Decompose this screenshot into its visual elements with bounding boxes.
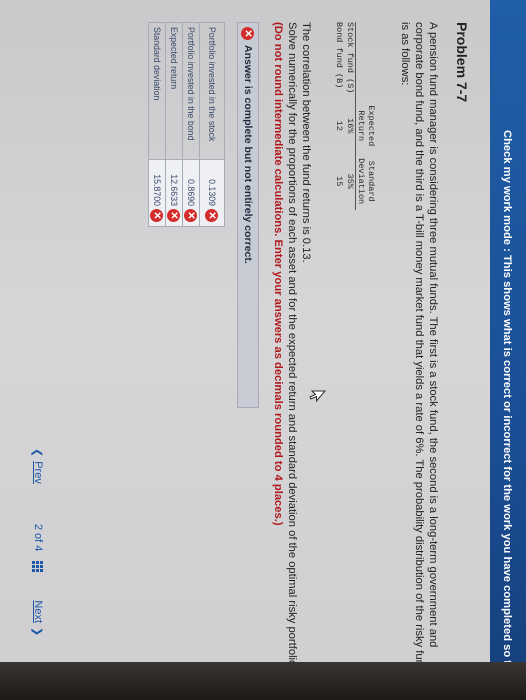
table-header-blank xyxy=(356,22,377,99)
question-text: Solve numerically for the proportions of… xyxy=(286,22,298,670)
row-stdev: 35% xyxy=(345,173,355,189)
page-of: of xyxy=(32,533,44,543)
prev-button[interactable]: ❮ Prev xyxy=(32,448,45,484)
row-expected: 12 xyxy=(334,120,344,131)
answer-value: 12.6633 xyxy=(169,174,179,206)
x-circle-icon: ✕ xyxy=(150,209,164,222)
assignment-page: Check my work mode : This shows what is … xyxy=(0,0,526,700)
row-expected: 16% xyxy=(345,118,355,134)
answer-row-standard-deviation: Standard deviation 15.8700 ✕ xyxy=(148,22,166,227)
answer-row-bond: Portfolio invested in the bond 0.8690 ✕ xyxy=(182,22,200,227)
grid-icon[interactable] xyxy=(32,561,44,573)
next-label: Next xyxy=(32,600,44,624)
problem-intro: A pension fund manager is considering th… xyxy=(399,22,439,678)
x-circle-icon: ✕ xyxy=(184,209,198,222)
answer-table: Portfolio invested in the stock 0.1309 ✕ … xyxy=(148,22,225,227)
answer-status-banner: ✕ Answer is complete but not entirely co… xyxy=(237,22,259,408)
page-indicator: 2 of 4 xyxy=(32,524,44,552)
x-circle-icon: ✕ xyxy=(205,209,219,222)
check-my-work-banner: Check my work mode : This shows what is … xyxy=(490,0,526,700)
answer-value: 0.8690 xyxy=(186,179,196,206)
fund-distribution-table: Expected Return Standard Deviation Stock… xyxy=(333,22,377,211)
prev-label: Prev xyxy=(32,461,44,484)
answer-label: Portfolio invested in the stock xyxy=(199,22,225,160)
answer-value: 15.8700 xyxy=(152,174,162,206)
answer-row-expected-return: Expected return 12.6633 ✕ xyxy=(165,22,183,227)
row-stdev: 15 xyxy=(334,176,344,187)
correlation-text: The correlation between the fund returns… xyxy=(300,22,312,263)
page-current: 2 xyxy=(32,523,44,530)
desk-edge xyxy=(0,662,526,700)
screen: Check my work mode : This shows what is … xyxy=(0,0,526,700)
table-row: Bond fund (B) 12 15 xyxy=(333,22,344,210)
answer-label: Portfolio invested in the bond xyxy=(182,22,200,160)
table-header-expected-return: Expected Return xyxy=(356,99,376,152)
header-expected-line1: Expected xyxy=(366,105,376,147)
page-total: 4 xyxy=(32,545,44,552)
answer-input-stock[interactable]: 0.1309 ✕ xyxy=(199,159,225,227)
header-stdev-line1: Standard xyxy=(366,160,376,202)
table-header-standard-deviation: Standard Deviation xyxy=(356,152,376,210)
next-button[interactable]: Next ❯ xyxy=(32,600,45,636)
table-header-row: Expected Return Standard Deviation xyxy=(356,22,377,210)
answer-label: Expected return xyxy=(165,22,183,160)
x-circle-icon: ✕ xyxy=(167,209,181,222)
header-stdev-line2: Deviation xyxy=(356,158,366,205)
instruction-text: (Do not round intermediate calculations.… xyxy=(272,22,284,526)
answer-input-standard-deviation[interactable]: 15.8700 ✕ xyxy=(148,159,166,227)
chevron-right-icon: ❯ xyxy=(31,627,44,637)
answer-status-text: Answer is complete but not entirely corr… xyxy=(242,45,254,264)
chevron-left-icon: ❮ xyxy=(31,448,44,458)
problem-content: Problem 7-7 A pension fund manager is co… xyxy=(148,22,470,682)
answer-label: Standard deviation xyxy=(148,22,166,160)
table-row: Stock fund (S) 16% 35% xyxy=(344,22,356,210)
row-label: Bond fund (B) xyxy=(334,22,344,89)
header-expected-line2: Return xyxy=(356,110,366,142)
answer-input-expected-return[interactable]: 12.6633 ✕ xyxy=(165,159,183,227)
answer-value: 0.1309 xyxy=(207,179,217,206)
answer-row-stock: Portfolio invested in the stock 0.1309 ✕ xyxy=(199,22,225,227)
problem-title: Problem 7-7 xyxy=(454,22,470,103)
answer-input-bond[interactable]: 0.8690 ✕ xyxy=(182,159,200,227)
row-label: Stock fund (S) xyxy=(345,22,355,94)
cursor-icon xyxy=(309,390,326,403)
x-circle-icon: ✕ xyxy=(241,27,255,40)
